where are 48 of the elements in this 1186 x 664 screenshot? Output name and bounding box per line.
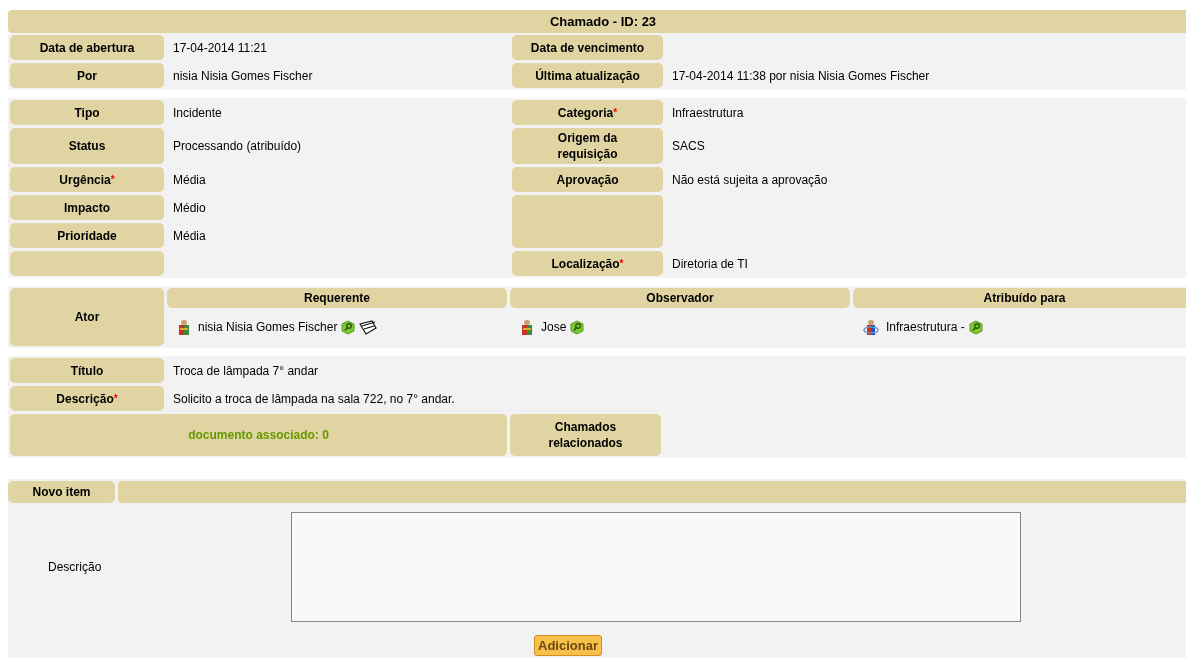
field-label: Por xyxy=(10,63,164,88)
field-label: Prioridade xyxy=(10,223,164,248)
magnifier-icon[interactable] xyxy=(570,319,585,335)
header-bar: Chamado - ID: 23 xyxy=(8,10,1186,33)
field-label: Ator xyxy=(10,288,164,346)
magnifier-icon[interactable] xyxy=(968,319,983,335)
field-label: Impacto xyxy=(10,195,164,220)
field-value: Solicito a troca de lâmpada na sala 722, no 7° andar. xyxy=(172,390,456,408)
description-field[interactable] xyxy=(291,512,1021,622)
person-icon[interactable] xyxy=(520,318,534,336)
field-value: Médio xyxy=(172,199,207,217)
pencil-icon[interactable] xyxy=(358,318,379,336)
field-label: Descrição xyxy=(47,560,103,574)
magnifier-icon[interactable] xyxy=(341,319,356,335)
person-icon[interactable] xyxy=(177,318,191,336)
field-label: Descrição* xyxy=(10,386,164,411)
field-value: Média xyxy=(172,171,207,189)
field-label: Data de abertura xyxy=(10,35,164,60)
field-value: SACS xyxy=(671,138,706,155)
field-value: Infraestrutura xyxy=(671,104,745,122)
column-header: Requerente xyxy=(167,288,507,308)
field-label: Urgência* xyxy=(10,167,164,192)
field-value: 17-04-2014 11:21 xyxy=(172,39,268,57)
field-label: Última atualização xyxy=(512,63,663,88)
actor-name: Jose xyxy=(541,320,567,334)
group-icon[interactable] xyxy=(863,318,879,336)
field-label: Status xyxy=(10,128,164,164)
add-button[interactable]: Adicionar xyxy=(534,635,602,656)
field-label: Origem da requisição xyxy=(512,128,663,164)
column-header: Atribuído para xyxy=(853,288,1186,308)
actor-name: Infraestrutura - xyxy=(886,320,965,334)
actor-name: nisia Nisia Gomes Fischer xyxy=(198,320,338,334)
field-value: Não está sujeita a aprovação xyxy=(671,171,829,189)
field-value: Processando (atribuído) xyxy=(172,138,303,155)
field-value: nisia Nisia Gomes Fischer xyxy=(172,67,314,85)
field-label: Categoria* xyxy=(512,100,663,125)
field-label: Aprovação xyxy=(512,167,663,192)
field-label: Tipo xyxy=(10,100,164,125)
field-value: Troca de lâmpada 7° andar xyxy=(172,362,320,380)
field-value: 17-04-2014 11:38 por nisia Nisia Gomes Fischer xyxy=(671,67,931,85)
field-value: Diretoria de TI xyxy=(671,255,749,273)
column-header: Observador xyxy=(510,288,850,308)
field-label: Chamados relacionados xyxy=(510,414,661,456)
field-value: Média xyxy=(172,227,207,245)
field-label: Localização* xyxy=(512,251,663,276)
field-label: Data de vencimento xyxy=(512,35,663,60)
field-label: Título xyxy=(10,358,164,383)
field-value: Incidente xyxy=(172,104,223,122)
